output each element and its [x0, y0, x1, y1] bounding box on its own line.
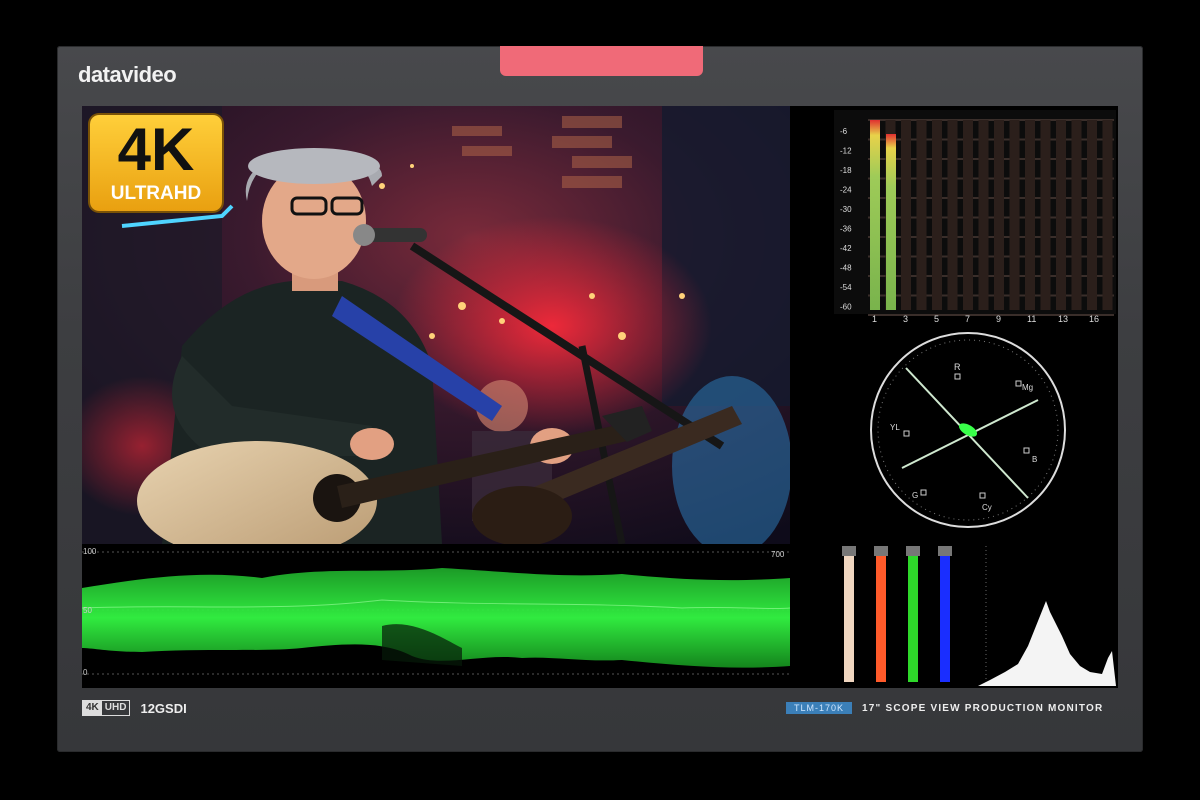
meter-db-label: -36 [840, 225, 852, 234]
badge-main-text: 4K [117, 116, 195, 183]
meter-db-label: -48 [840, 264, 852, 273]
4k-uhd-tag: 4K UHD [82, 700, 131, 716]
meter-channel-label: 16 [1089, 314, 1099, 324]
meter-channel-label: 7 [965, 314, 970, 324]
badge-sub-text: ULTRAHD [110, 183, 202, 204]
histogram [978, 546, 1116, 686]
vectorscope: R Mg YL B G Cy [870, 332, 1066, 528]
audio-meter: -6-12-18-24-30-36-42-48-54-60 1 3 5 7 9 11 13 1… [834, 110, 1116, 324]
vector-label-cy: Cy [982, 503, 992, 512]
tag-uhd: UHD [104, 702, 127, 713]
product-tagline: 17" SCOPE VIEW PRODUCTION MONITOR [862, 702, 1104, 714]
meter-db-label: -42 [840, 244, 852, 253]
meter-channel-label: 5 [934, 314, 939, 324]
vector-label-g: G [912, 491, 918, 500]
brand-logo: datavideo [78, 62, 177, 87]
vector-label-mg: Mg [1022, 383, 1033, 392]
meter-channel-bg [947, 120, 958, 310]
meter-db-label: -60 [840, 303, 852, 312]
waveform-scope [82, 548, 790, 686]
meter-channel-bg [1102, 120, 1113, 310]
meter-channel-bg [1056, 120, 1066, 310]
rgb-levels [830, 546, 986, 684]
meter-channel-bg [1040, 120, 1051, 310]
meter-channel-label: 13 [1058, 314, 1068, 324]
scopes-panel: -6 -12 -18 -24 -30 -36 -42 -48 -54 -60 1 3 5 7 9 11 13 1… [790, 106, 1118, 688]
model-badge: TLM-170K [786, 702, 853, 714]
meter-channel-bg [1025, 120, 1035, 310]
tag-4k: 4K [83, 701, 102, 715]
4k-ultrahd-badge: 4K ULTRAHD [90, 115, 222, 211]
meter-channel-bg [916, 120, 927, 310]
vector-label-yl: YL [890, 423, 900, 432]
tally-light [500, 46, 703, 76]
waveform-label-0: 0 [83, 668, 88, 677]
footer-right-labels: TLM-170K 17" SCOPE VIEW PRODUCTION MONIT… [786, 702, 1103, 714]
meter-channel-bg [963, 120, 973, 310]
waveform-label-100: 100 [83, 547, 97, 556]
waveform-label-50: 50 [83, 606, 92, 615]
meter-channel-bg [1087, 120, 1097, 310]
meter-channel-bg [932, 120, 942, 310]
meter-channel-label: 3 [903, 314, 908, 324]
meter-db-label: -18 [840, 166, 852, 175]
waveform-label-700: 700 [771, 550, 785, 559]
vector-label-b: B [1032, 455, 1037, 464]
meter-channel-bg [1071, 120, 1082, 310]
vector-label-r: R [954, 362, 961, 372]
meter-db-label: -54 [840, 283, 852, 292]
meter-channel-label: 1 [872, 314, 877, 324]
meter-db-label: -24 [840, 186, 852, 195]
meter-db-label: -30 [840, 205, 852, 214]
meter-channel-label: 11 [1027, 314, 1036, 324]
meter-db-label: -12 [840, 147, 852, 156]
footer-left-labels: 4K UHD 12GSDI [82, 700, 187, 716]
meter-channel-label: 9 [996, 314, 1001, 324]
meter-channel-bg [1009, 120, 1020, 310]
meter-channel-bg [994, 120, 1004, 310]
meter-channel-bg [901, 120, 911, 310]
meter-db-label: -6 [840, 127, 848, 136]
12gsdi-label: 12GSDI [140, 700, 187, 716]
meter-channel-bg [978, 120, 989, 310]
